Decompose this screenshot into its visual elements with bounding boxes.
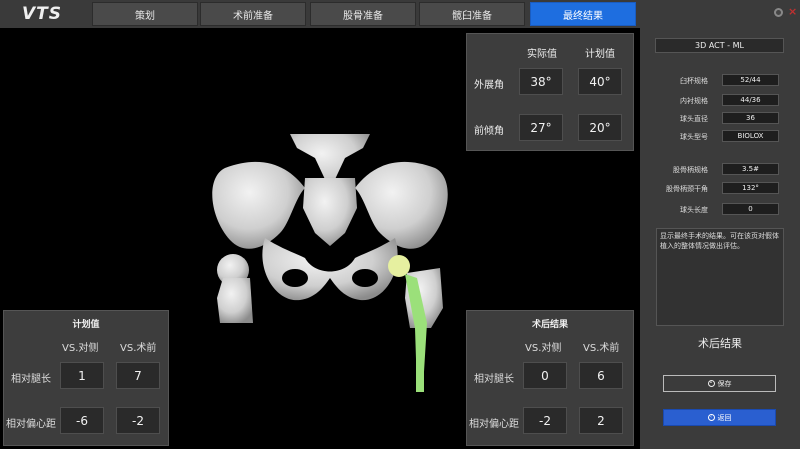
plan-leg-length-contra: 1 xyxy=(60,362,104,389)
postop-col-preop: VS.术前 xyxy=(583,343,620,354)
back-button[interactable]: ‹ 返回 xyxy=(663,409,776,426)
col-plan-header: 计划值 xyxy=(585,49,615,60)
abduction-actual-value: 38° xyxy=(519,68,563,95)
minimize-icon[interactable] xyxy=(774,8,783,17)
postop-offset-contra: -2 xyxy=(523,407,567,434)
app-logo: VTS xyxy=(22,4,62,24)
pelvis-3d-model[interactable] xyxy=(195,128,465,398)
postop-offset-preop: 2 xyxy=(579,407,623,434)
postop-col-contra: VS.对侧 xyxy=(525,343,562,354)
neck-shaft-angle-value: 132° xyxy=(722,182,779,194)
tab-final-result[interactable]: 最终结果 xyxy=(530,2,636,26)
plan-panel-title: 计划值 xyxy=(72,320,100,330)
save-button-label: 保存 xyxy=(717,379,732,388)
neck-shaft-angle-label: 股骨柄颈干角 xyxy=(666,185,708,193)
top-nav-bar: VTS 策划 术前准备 股骨准备 髋臼准备 最终结果 xyxy=(0,0,640,28)
stem-size-value: 3.5# xyxy=(722,163,779,175)
cup-size-value: 52/44 xyxy=(722,74,779,86)
result-heading: 术后结果 xyxy=(698,337,742,350)
liner-size-value: 44/36 xyxy=(722,94,779,106)
close-icon[interactable]: × xyxy=(788,5,798,18)
postop-leg-length-contra: 0 xyxy=(523,362,567,389)
head-model-value: BIOLOX xyxy=(722,130,779,142)
plan-offset-preop: -2 xyxy=(116,407,160,434)
angle-panel: 实际值 计划值 外展角 38° 40° 前倾角 27° 20° xyxy=(466,33,634,151)
plan-offset-label: 相对偏心距 xyxy=(6,419,56,430)
liner-size-label: 内衬规格 xyxy=(680,97,708,105)
anteversion-plan-value: 20° xyxy=(578,114,622,141)
plan-col-contra: VS.对侧 xyxy=(62,343,99,354)
anteversion-angle-label: 前倾角 xyxy=(474,126,504,137)
tab-femur-prep[interactable]: 股骨准备 xyxy=(310,2,416,26)
plan-offset-contra: -6 xyxy=(60,407,104,434)
save-icon: • xyxy=(707,380,715,387)
plan-leg-length-preop: 7 xyxy=(116,362,160,389)
implant-system-name: 3D ACT - ML xyxy=(655,38,784,53)
postop-results-panel: 术后结果 VS.对侧 VS.术前 相对腿长 0 6 相对偏心距 -2 2 xyxy=(466,310,634,446)
tab-acetabulum-prep[interactable]: 髋臼准备 xyxy=(419,2,525,26)
head-length-value: 0 xyxy=(722,203,779,215)
abduction-plan-value: 40° xyxy=(578,68,622,95)
anteversion-actual-value: 27° xyxy=(519,114,563,141)
head-diameter-value: 36 xyxy=(722,112,779,124)
description-text: 显示最终手术的结果。可在该页对假体植入的整体情况做出评估。 xyxy=(656,228,784,326)
col-actual-header: 实际值 xyxy=(527,49,557,60)
postop-leg-length-label: 相对腿长 xyxy=(474,374,514,385)
head-length-label: 球头长度 xyxy=(680,206,708,214)
plan-col-preop: VS.术前 xyxy=(120,343,157,354)
stem-size-label: 股骨柄规格 xyxy=(673,166,708,174)
postop-offset-label: 相对偏心距 xyxy=(469,419,519,430)
back-icon: ‹ xyxy=(707,414,715,421)
save-button[interactable]: • 保存 xyxy=(663,375,776,392)
abduction-angle-label: 外展角 xyxy=(474,80,504,91)
head-model-label: 球头型号 xyxy=(680,133,708,141)
back-button-label: 返回 xyxy=(717,413,732,422)
plan-values-panel: 计划值 VS.对侧 VS.术前 相对腿长 1 7 相对偏心距 -6 -2 xyxy=(3,310,169,446)
tab-preop-prep[interactable]: 术前准备 xyxy=(200,2,306,26)
postop-leg-length-preop: 6 xyxy=(579,362,623,389)
head-diameter-label: 球头直径 xyxy=(680,115,708,123)
postop-panel-title: 术后结果 xyxy=(531,320,568,330)
cup-size-label: 臼杯规格 xyxy=(680,77,708,85)
plan-leg-length-label: 相对腿长 xyxy=(11,374,51,385)
tab-planning[interactable]: 策划 xyxy=(92,2,198,26)
